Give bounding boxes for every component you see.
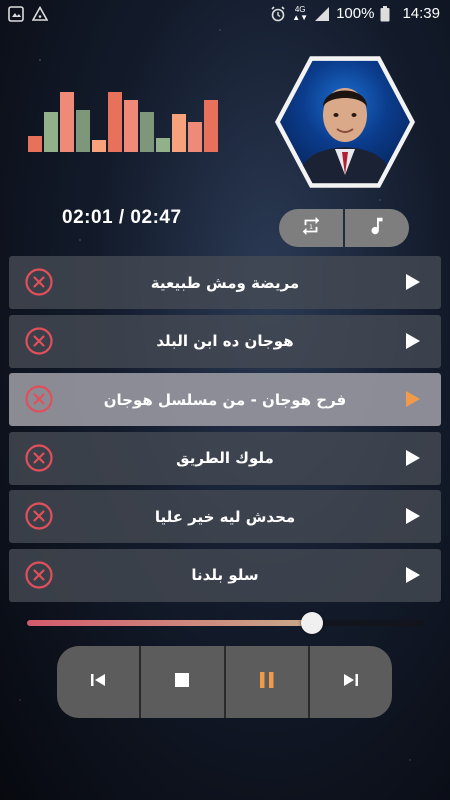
playlist-item[interactable]: سلو بلدنا	[9, 548, 441, 602]
status-bar: 4G ▲▼ 100% 14:39	[0, 0, 450, 30]
svg-text:1: 1	[309, 223, 313, 231]
alarm-icon	[270, 5, 286, 22]
track-title: هوجان ده ابن البلد	[156, 332, 294, 351]
seek-thumb[interactable]	[301, 612, 324, 634]
play-icon	[406, 391, 420, 408]
play-track-button[interactable]	[405, 332, 421, 350]
delete-track-button[interactable]	[25, 385, 53, 413]
playlist-item[interactable]: ملوك الطريق	[9, 431, 441, 485]
skip-next-icon	[342, 671, 360, 693]
artist-avatar	[275, 52, 415, 192]
playlist-item[interactable]: محدش ليه خير عليا	[9, 490, 441, 544]
equalizer-bar	[108, 92, 122, 152]
equalizer-bar	[172, 114, 186, 152]
delete-track-button[interactable]	[25, 444, 53, 472]
battery-icon	[380, 5, 396, 22]
pause-icon	[258, 670, 276, 694]
previous-button[interactable]	[57, 646, 140, 718]
delete-track-button[interactable]	[25, 561, 53, 589]
equalizer-visualizer	[28, 88, 218, 152]
music-library-button[interactable]	[345, 209, 409, 247]
close-circle-icon	[25, 326, 53, 355]
play-icon	[406, 449, 420, 466]
close-circle-icon	[25, 502, 53, 530]
repeat-button[interactable]: 1	[279, 209, 343, 247]
time-display: 02:01 / 02:47	[62, 207, 182, 228]
track-title: فرح هوجان - من مسلسل هوجان	[103, 390, 347, 409]
transport-controls	[57, 646, 392, 718]
play-icon	[406, 566, 420, 583]
equalizer-bar	[156, 138, 170, 152]
equalizer-bar	[124, 100, 138, 152]
play-track-button[interactable]	[405, 507, 421, 525]
play-icon	[406, 274, 420, 290]
repeat-icon: 1	[300, 215, 322, 241]
mode-buttons: 1	[279, 209, 409, 247]
close-circle-icon	[25, 561, 53, 589]
network-type: 4G ▲▼	[292, 4, 309, 22]
skip-previous-icon	[89, 671, 107, 693]
delete-track-button[interactable]	[25, 326, 53, 355]
pause-button[interactable]	[223, 646, 308, 718]
stop-button[interactable]	[139, 646, 224, 718]
playlist-item[interactable]: فرح هوجان - من مسلسل هوجان	[9, 373, 441, 427]
equalizer-bar	[188, 122, 202, 152]
next-button[interactable]	[307, 646, 392, 718]
equalizer-bar	[204, 100, 218, 152]
signal-icon	[314, 6, 330, 22]
close-circle-icon	[25, 268, 53, 296]
track-title: مريضة ومش طبيعية	[150, 273, 300, 292]
network-label: 4G	[294, 4, 306, 14]
warning-icon	[31, 5, 49, 22]
playlist-item[interactable]: هوجان ده ابن البلد	[9, 314, 441, 368]
music-note-icon	[366, 215, 388, 241]
delete-track-button[interactable]	[25, 268, 53, 296]
play-track-button[interactable]	[405, 449, 421, 467]
equalizer-bar	[60, 92, 74, 152]
play-icon	[406, 332, 420, 349]
play-track-button[interactable]	[405, 566, 421, 584]
equalizer-bar	[28, 136, 42, 152]
play-track-button[interactable]	[405, 390, 421, 408]
playlist-item[interactable]: مريضة ومش طبيعية	[9, 256, 441, 309]
clock: 14:39	[402, 5, 440, 22]
equalizer-bar	[92, 140, 106, 152]
equalizer-bar	[44, 112, 58, 152]
playlist: مريضة ومش طبيعية هوجان ده ابن البلد فرح هو…	[9, 256, 441, 608]
equalizer-bar	[140, 112, 154, 152]
play-icon	[406, 508, 420, 525]
battery-percent: 100%	[336, 5, 375, 22]
close-circle-icon	[25, 444, 53, 472]
close-circle-icon	[25, 385, 53, 413]
play-track-button[interactable]	[405, 273, 421, 291]
delete-track-button[interactable]	[25, 502, 53, 530]
track-title: ملوك الطريق	[176, 449, 274, 468]
track-title: محدش ليه خير عليا	[154, 507, 296, 526]
gallery-icon	[8, 6, 24, 22]
equalizer-bar	[76, 110, 90, 152]
seek-bar[interactable]	[27, 612, 423, 634]
seek-progress	[27, 620, 313, 626]
track-title: سلو بلدنا	[191, 566, 259, 585]
stop-icon	[173, 671, 191, 693]
